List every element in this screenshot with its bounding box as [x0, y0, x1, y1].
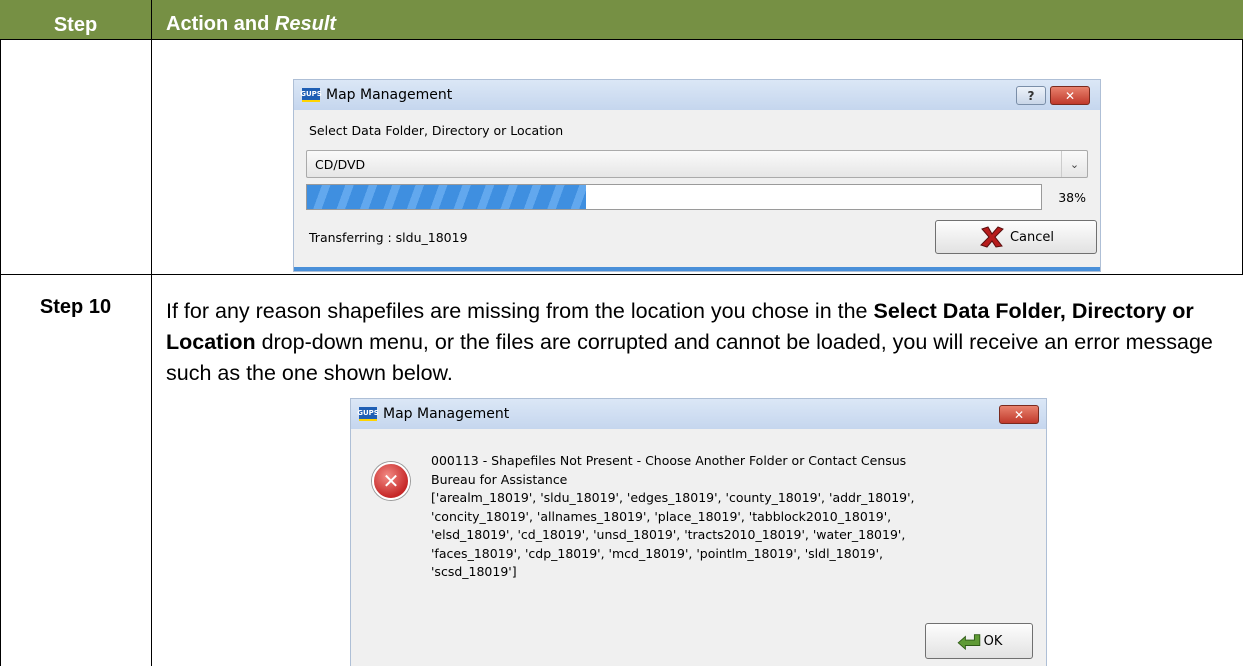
step-10-label: Step 10	[39, 296, 112, 318]
close-icon: ✕	[1064, 88, 1076, 103]
help-button[interactable]: ?	[1016, 86, 1046, 105]
dialog-titlebar: GUPS Map Management ✕	[351, 399, 1046, 429]
header-result-text: Result	[274, 12, 337, 35]
data-location-dropdown[interactable]: CD/DVD ⌄	[306, 150, 1088, 178]
error-message-line: 'elsd_18019', 'cd_18019', 'unsd_18019', …	[431, 527, 906, 542]
close-button[interactable]: ✕	[1050, 86, 1090, 105]
step-10-instructions: If for any reason shapefiles are missing…	[166, 296, 1226, 389]
cancel-button[interactable]: Cancel	[935, 220, 1097, 254]
map-management-error-dialog: GUPS Map Management ✕ ✕ 000113 - Shapefi…	[350, 398, 1047, 666]
error-icon: ✕	[372, 462, 410, 500]
error-message-line: Bureau for Assistance	[431, 471, 568, 487]
error-message-line: 000113 - Shapefiles Not Present - Choose…	[431, 453, 907, 468]
green-arrow-icon	[957, 634, 980, 650]
chevron-down-icon[interactable]: ⌄	[1061, 151, 1087, 177]
ok-label: OK	[983, 633, 1003, 649]
transfer-status: Transferring : sldu_18019	[309, 230, 468, 245]
gups-app-icon: GUPS	[357, 407, 379, 421]
error-message-line: 'concity_18019', 'allnames_18019', 'plac…	[431, 508, 892, 524]
dialog-title: Map Management	[383, 406, 510, 422]
help-icon: ?	[1027, 88, 1035, 103]
step-10-text-part2: drop-down menu, or the files are corrupt…	[166, 330, 1213, 385]
transfer-progress-bar	[306, 184, 1042, 210]
header-action-result: Action and Result	[166, 0, 336, 40]
progress-fill	[307, 185, 586, 209]
map-management-progress-dialog: GUPS Map Management ? ✕ Select Data Fold…	[293, 79, 1101, 272]
gups-app-icon: GUPS	[300, 88, 322, 102]
error-message-line: ['arealm_18019', 'sldu_18019', 'edges_18…	[431, 490, 915, 505]
header-divider	[151, 0, 152, 40]
dialog-bottom-edge	[294, 267, 1100, 271]
dialog-titlebar: GUPS Map Management ? ✕	[294, 80, 1100, 110]
error-message-line: 'faces_18019', 'cdp_18019', 'mcd_18019',…	[431, 545, 883, 561]
error-message: 000113 - Shapefiles Not Present - Choose…	[431, 452, 1001, 582]
header-action-text: Action and	[166, 12, 270, 35]
ok-button[interactable]: OK	[925, 623, 1033, 659]
table-left-border	[0, 40, 1, 666]
step-10-text-part1: If for any reason shapefiles are missing…	[166, 299, 874, 323]
dialog-title: Map Management	[326, 87, 453, 103]
close-icon: ✕	[1013, 407, 1025, 422]
select-data-label: Select Data Folder, Directory or Locatio…	[309, 123, 564, 138]
cancel-x-icon	[980, 226, 1004, 248]
error-message-line: 'scsd_18019']	[431, 564, 517, 579]
table-row-divider	[0, 274, 1243, 275]
header-step: Step	[53, 13, 98, 36]
table-column-divider	[151, 40, 152, 666]
cancel-label: Cancel	[1009, 229, 1055, 245]
dropdown-selected-value: CD/DVD	[315, 157, 366, 172]
progress-percent: 38%	[1058, 190, 1086, 205]
table-header-row: Step Action and Result	[0, 0, 1243, 40]
close-button[interactable]: ✕	[999, 405, 1039, 424]
